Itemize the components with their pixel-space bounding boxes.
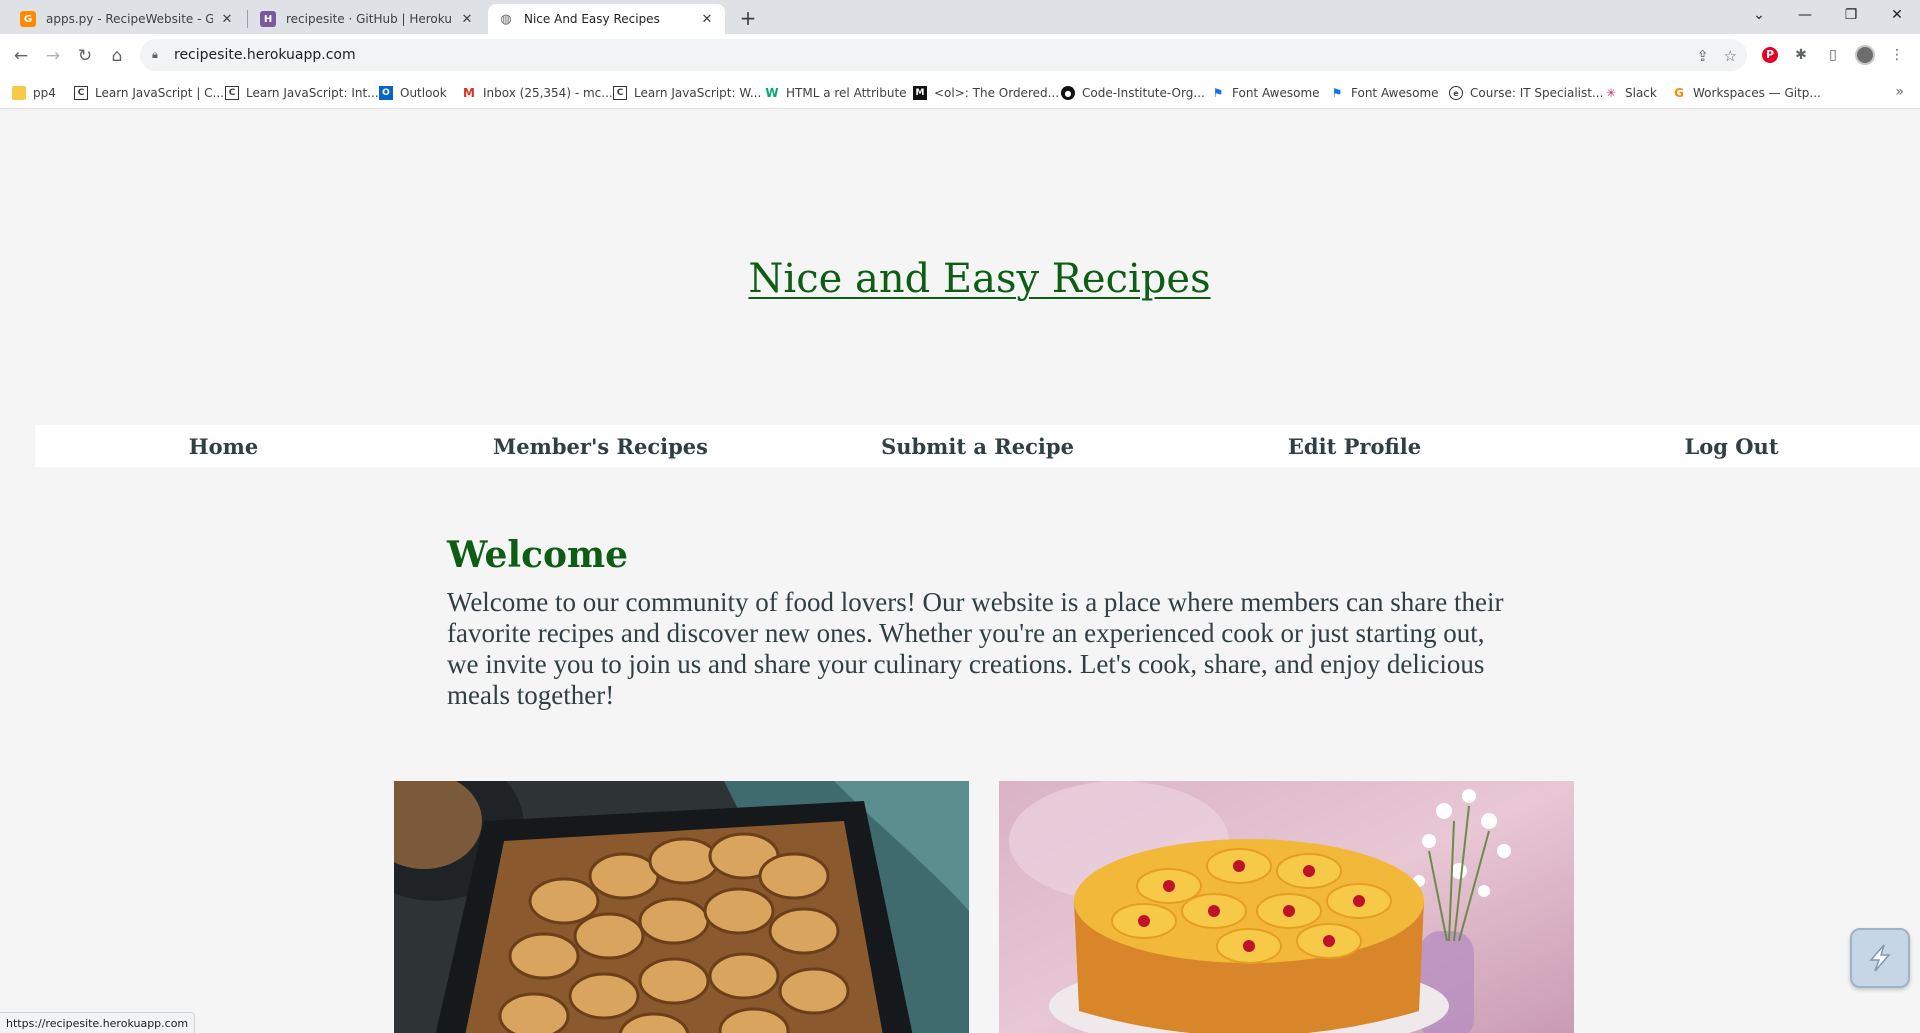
tab-strip: G apps.py - RecipeWebsite - Gitpod ✕ H r… (0, 0, 1920, 34)
bookmark-label: pp4 (33, 86, 56, 100)
browser-toolbar: ← → ↻ ⌂ 🔒︎ recipesite.herokuapp.com ⇪ ☆ … (0, 34, 1920, 76)
tab-nice-and-easy-recipes[interactable]: ◍ Nice And Easy Recipes ✕ (488, 4, 725, 34)
gitpod-icon: G (1674, 86, 1684, 100)
avatar[interactable] (1855, 45, 1875, 65)
side-panel-icon[interactable]: ▯ (1823, 45, 1843, 65)
tab-search-icon[interactable]: ⌄ (1736, 0, 1782, 30)
minimize-icon[interactable]: — (1782, 0, 1828, 30)
codecademy-icon: C (225, 86, 239, 100)
status-bar-url: https://recipesite.herokuapp.com (0, 1012, 196, 1033)
bookmark-item[interactable]: W HTML a rel Attribute (765, 83, 907, 103)
bookmark-item[interactable]: ● Code-Institute-Org... (1061, 83, 1205, 103)
bookmark-item[interactable]: e Course: IT Specialist... (1449, 83, 1603, 103)
globe-icon: ◍ (500, 11, 512, 27)
close-icon[interactable]: ✕ (699, 12, 715, 27)
pinterest-icon[interactable]: P (1760, 45, 1780, 65)
gmail-icon: M (463, 86, 475, 100)
bookmark-item[interactable]: ⚑ Font Awesome (1330, 83, 1439, 103)
flag-icon: ⚑ (1331, 86, 1343, 100)
lock-icon: 🔒︎ (152, 48, 158, 61)
nav-submit-recipe[interactable]: Submit a Recipe (789, 425, 1166, 467)
bookmark-item[interactable]: M <ol>: The Ordered... (913, 83, 1059, 103)
flag-icon: ⚑ (1212, 86, 1224, 100)
pineapple-cake-image (999, 781, 1574, 1033)
menu-icon[interactable]: ⋮ (1887, 45, 1907, 65)
tab-heroku[interactable]: H recipesite · GitHub | Heroku ✕ (250, 4, 485, 34)
home-icon[interactable]: ⌂ (103, 42, 131, 70)
welcome-heading: Welcome (447, 534, 629, 576)
lightning-icon (1869, 944, 1891, 972)
share-icon[interactable]: ⇪ (1696, 47, 1709, 65)
bookmark-label: Learn JavaScript: W... (634, 86, 762, 100)
close-icon[interactable]: ✕ (219, 12, 235, 27)
floating-action-button[interactable] (1850, 928, 1910, 988)
bookmark-item[interactable]: pp4 (12, 83, 56, 103)
bookmark-label: Code-Institute-Org... (1082, 86, 1205, 100)
bookmark-label: Outlook (400, 86, 447, 100)
w3schools-icon: W (765, 86, 779, 100)
nav-home[interactable]: Home (35, 425, 412, 467)
tab-title: recipesite · GitHub | Heroku (286, 12, 452, 26)
bookmark-item[interactable]: C Learn JavaScript: W... (613, 83, 761, 103)
bookmark-item[interactable]: ✳ Slack (1604, 83, 1657, 103)
reload-icon[interactable]: ↻ (71, 42, 99, 70)
bookmark-star-icon[interactable]: ☆ (1724, 47, 1737, 65)
welcome-text: Welcome to our community of food lovers!… (447, 587, 1504, 710)
back-icon[interactable]: ← (7, 42, 35, 70)
recipe-card[interactable] (394, 781, 969, 1033)
close-window-icon[interactable]: ✕ (1874, 0, 1920, 30)
bookmark-label: Course: IT Specialist... (1470, 86, 1604, 100)
folder-icon (12, 86, 26, 100)
nav-log-out[interactable]: Log Out (1543, 425, 1920, 467)
forward-icon[interactable]: → (39, 42, 67, 70)
heroku-icon: H (260, 11, 276, 27)
extensions-icon[interactable]: ✱ (1791, 45, 1811, 65)
bookmark-item[interactable]: C Learn JavaScript | C... (74, 83, 224, 103)
tab-title: Nice And Easy Recipes (524, 12, 660, 26)
new-tab-button[interactable]: + (735, 5, 761, 31)
codecademy-icon: C (613, 86, 627, 100)
bookmark-item[interactable]: ⚑ Font Awesome (1211, 83, 1320, 103)
nav-edit-profile[interactable]: Edit Profile (1166, 425, 1543, 467)
main-nav: Home Member's Recipes Submit a Recipe Ed… (35, 425, 1920, 467)
more-bookmarks-icon[interactable]: » (1895, 84, 1904, 100)
bookmark-label: Workspaces — Gitp... (1693, 86, 1821, 100)
gitpod-icon: G (20, 11, 36, 27)
bookmark-label: Learn JavaScript | C... (95, 86, 224, 100)
recipe-card[interactable] (999, 781, 1574, 1033)
tab-title: apps.py - RecipeWebsite - Gitpod (46, 12, 213, 26)
bookmark-label: Inbox (25,354) - mc... (483, 86, 613, 100)
restore-icon[interactable]: ❐ (1828, 0, 1874, 30)
codecademy-icon: C (74, 86, 88, 100)
tab-gitpod[interactable]: G apps.py - RecipeWebsite - Gitpod ✕ (10, 4, 245, 34)
github-icon: ● (1061, 86, 1075, 100)
bookmark-item[interactable]: O Outlook (379, 83, 447, 103)
mdn-icon: M (913, 86, 927, 100)
bookmark-label: Font Awesome (1232, 86, 1320, 100)
address-bar[interactable]: 🔒︎ recipesite.herokuapp.com ⇪ ☆ (140, 39, 1747, 71)
close-icon[interactable]: ✕ (459, 12, 475, 27)
course-icon: e (1449, 86, 1463, 100)
site-title-link[interactable]: Nice and Easy Recipes (0, 256, 1920, 302)
address-url[interactable]: recipesite.herokuapp.com (174, 47, 356, 63)
bookmark-label: HTML a rel Attribute (786, 86, 907, 100)
bookmark-label: Font Awesome (1351, 86, 1439, 100)
page-viewport: Nice and Easy Recipes Home Member's Reci… (0, 109, 1920, 1033)
bookmark-item[interactable]: G Workspaces — Gitp... (1672, 83, 1821, 103)
bookmark-label: <ol>: The Ordered... (934, 86, 1060, 100)
bookmark-item[interactable]: C Learn JavaScript: Int... (225, 83, 379, 103)
nav-members-recipes[interactable]: Member's Recipes (412, 425, 789, 467)
bookmark-label: Learn JavaScript: Int... (246, 86, 379, 100)
bookmark-item[interactable]: M Inbox (25,354) - mc... (462, 83, 613, 103)
potato-bake-image (394, 781, 969, 1033)
outlook-icon: O (379, 86, 393, 100)
slack-icon: ✳ (1605, 86, 1617, 100)
bookmark-label: Slack (1625, 86, 1657, 100)
bookmarks-bar: pp4 C Learn JavaScript | C... C Learn Ja… (0, 76, 1920, 109)
